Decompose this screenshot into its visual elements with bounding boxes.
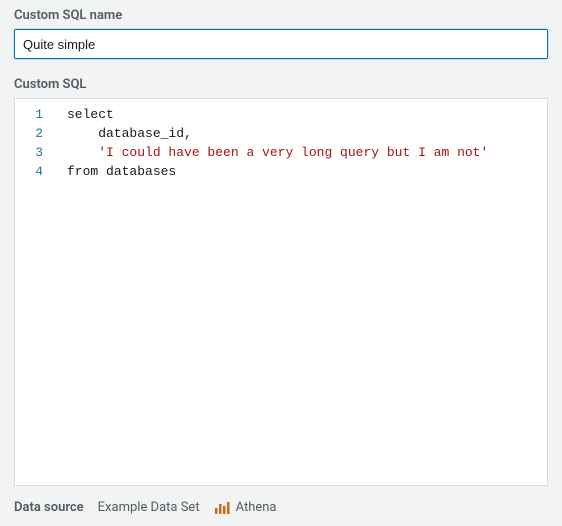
engine-group: Athena <box>214 500 277 515</box>
athena-icon <box>214 501 230 515</box>
line-number: 3 <box>15 143 47 162</box>
data-source-value: Example Data Set <box>98 500 200 515</box>
code-line[interactable]: from databases <box>67 162 488 181</box>
footer-bar: Data source Example Data Set Athena <box>0 486 562 515</box>
code-line[interactable]: select <box>67 105 488 124</box>
custom-sql-name-input[interactable] <box>14 29 548 59</box>
line-number: 2 <box>15 124 47 143</box>
code-line[interactable]: database_id, <box>67 124 488 143</box>
name-input-wrap <box>0 29 562 69</box>
line-number: 1 <box>15 105 47 124</box>
line-number: 4 <box>15 162 47 181</box>
engine-name: Athena <box>236 500 277 515</box>
custom-sql-label: Custom SQL <box>0 69 562 98</box>
line-number-gutter: 1234 <box>15 99 57 485</box>
code-content[interactable]: select database_id, 'I could have been a… <box>57 99 488 485</box>
sql-editor[interactable]: 1234 select database_id, 'I could have b… <box>14 98 548 486</box>
code-line[interactable]: 'I could have been a very long query but… <box>67 143 488 162</box>
custom-sql-name-label: Custom SQL name <box>0 0 562 29</box>
data-source-label: Data source <box>14 500 84 515</box>
